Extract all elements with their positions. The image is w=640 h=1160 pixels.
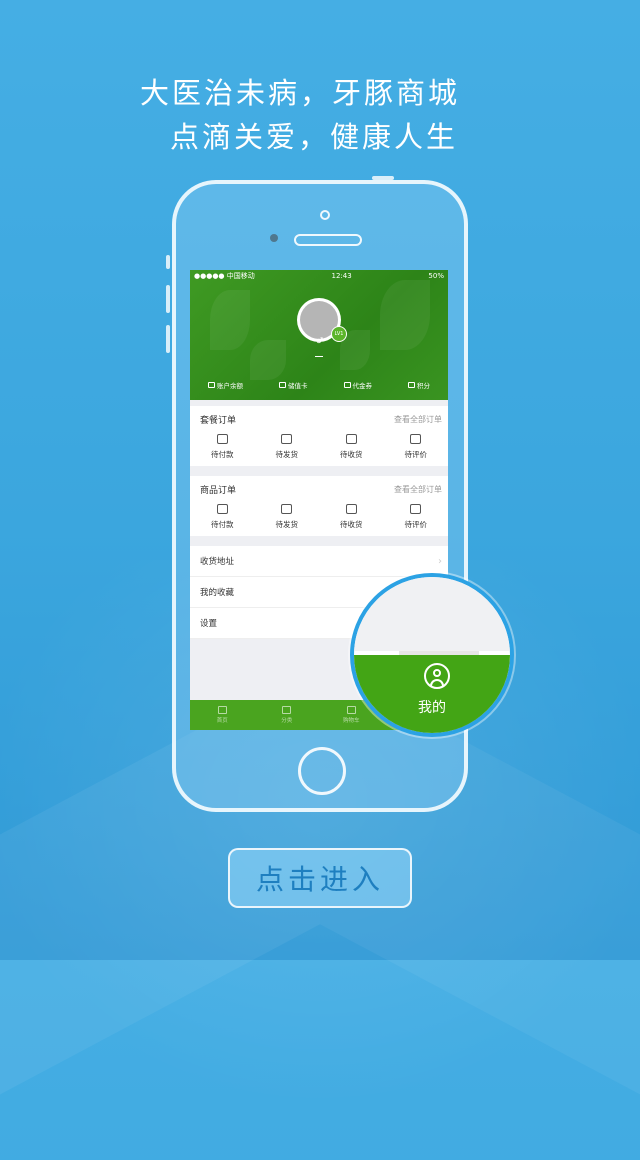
card-icon — [279, 382, 286, 388]
edit-icon — [410, 434, 422, 444]
product-orders-view-all-link[interactable]: 查看全部订单 — [394, 484, 442, 495]
order-status-label: 待发货 — [275, 450, 299, 459]
order-status-pending-payment[interactable]: 待付款 — [192, 434, 252, 460]
points-icon — [408, 382, 415, 388]
wallet-icon — [216, 504, 228, 514]
product-orders-title: 商品订单 — [200, 485, 237, 496]
order-status-label: 待收货 — [340, 520, 363, 529]
edit-icon — [410, 504, 422, 514]
order-status-pending-receipt[interactable]: 待收货 — [321, 504, 381, 530]
order-status-pending-review[interactable]: 待评价 — [386, 434, 446, 460]
magnifier-callout: 我的 — [350, 573, 514, 737]
product-orders-card: 商品订单 查看全部订单 待付款 待发货 待收货 待评价 — [190, 476, 448, 536]
truck-icon — [281, 434, 293, 444]
list-icon — [282, 706, 292, 714]
coupon-icon — [343, 382, 351, 388]
account-item-label: 代金券 — [352, 382, 373, 390]
clock-label: 12:43 — [331, 272, 352, 280]
order-status-pending-receipt[interactable]: 待收货 — [321, 434, 381, 460]
account-item-label: 积分 — [417, 382, 430, 390]
volume-up-button — [166, 285, 170, 313]
order-status-pending-shipment[interactable]: 待发货 — [257, 504, 317, 530]
points-link[interactable]: 积分 — [408, 380, 430, 390]
battery-label: 50% — [428, 272, 444, 280]
order-status-label: 待付款 — [211, 520, 234, 529]
order-status-label: 待收货 — [340, 450, 363, 459]
account-item-label: 账户余额 — [217, 382, 243, 390]
order-status-label: 待评价 — [404, 520, 428, 529]
order-status-pending-shipment[interactable]: 待发货 — [257, 434, 317, 460]
purse-icon — [208, 382, 215, 388]
tab-label: 首页 — [216, 718, 228, 724]
tab-category[interactable]: 分类 — [255, 700, 320, 730]
enter-button[interactable]: 点击进入 — [228, 848, 412, 908]
home-icon — [217, 706, 227, 714]
mute-switch — [166, 255, 170, 269]
account-summary: 账户余额 储值卡 代金券 积分 — [190, 376, 448, 394]
wallet-icon — [216, 434, 228, 444]
volume-down-button — [166, 325, 170, 353]
order-status-pending-payment[interactable]: 待付款 — [192, 504, 252, 530]
tab-home[interactable]: 首页 — [190, 700, 255, 730]
menu-item-label: 设置 — [200, 619, 218, 629]
power-button — [372, 176, 394, 180]
package-orders-view-all-link[interactable]: 查看全部订单 — [394, 414, 442, 425]
gender-icon: ♂ — [316, 336, 324, 345]
order-status-label: 待发货 — [275, 520, 299, 529]
stored-value-card-link[interactable]: 储值卡 — [279, 380, 308, 390]
headline-line-1: 大医治未病，牙豚商城 — [139, 76, 460, 110]
truck-icon — [281, 504, 293, 514]
front-camera-icon — [320, 210, 330, 220]
username-placeholder — [315, 356, 323, 357]
order-status-pending-review[interactable]: 待评价 — [386, 504, 446, 530]
order-status-label: 待评价 — [404, 450, 428, 459]
package-orders-title: 套餐订单 — [200, 415, 237, 426]
order-status-label: 待付款 — [211, 450, 234, 459]
menu-item-address[interactable]: 收货地址 › — [190, 546, 448, 577]
home-button — [298, 747, 346, 795]
status-bar: ●●●●● 中国移动 12:43 50% — [190, 270, 448, 282]
account-item-label: 储值卡 — [288, 382, 308, 390]
speaker-icon — [294, 234, 362, 246]
magnifier-label: 我的 — [418, 700, 446, 716]
headline-line-2: 点滴关爱，健康人生 — [169, 120, 458, 154]
level-badge: LV1 — [331, 326, 347, 342]
package-icon — [345, 504, 357, 514]
account-balance-link[interactable]: 账户余额 — [208, 380, 243, 390]
tab-label: 分类 — [281, 718, 293, 724]
sensor-icon — [270, 234, 278, 242]
coupon-link[interactable]: 代金券 — [343, 380, 373, 390]
menu-item-label: 收货地址 — [200, 557, 235, 567]
package-icon — [345, 434, 357, 444]
profile-header: ●●●●● 中国移动 12:43 50% LV1 ♂ 账户余额 储值卡 代金券 — [190, 270, 448, 400]
package-orders-card: 套餐订单 查看全部订单 待付款 待发货 待收货 待评价 — [190, 406, 448, 466]
chevron-right-icon: › — [438, 555, 442, 567]
user-icon — [424, 663, 450, 689]
menu-item-label: 我的收藏 — [200, 588, 235, 598]
carrier-label: ●●●●● 中国移动 — [194, 272, 255, 280]
